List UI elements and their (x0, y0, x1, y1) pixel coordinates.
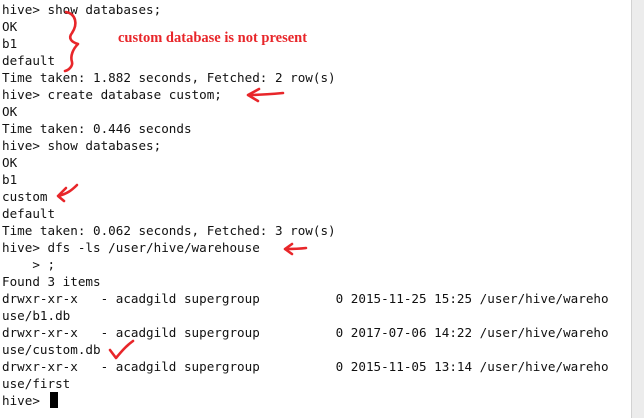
terminal-line-prompt-dfs-ls: hive> dfs -ls /user/hive/warehouse (2, 240, 260, 255)
terminal-line-db-custom: custom (2, 189, 48, 204)
terminal-window[interactable]: hive> show databases; OK b1 default Time… (0, 0, 630, 418)
terminal-line-ok: OK (2, 155, 18, 170)
terminal-line-time-taken: Time taken: 0.446 seconds (2, 121, 192, 136)
terminal-line-db-b1: b1 (2, 36, 18, 51)
terminal-line-ok: OK (2, 104, 18, 119)
terminal-line-prompt-create-database: hive> create database custom; (2, 87, 222, 102)
terminal-line-ok: OK (2, 19, 18, 34)
terminal-line-listing-custom-wrap: use/custom.db (2, 342, 101, 357)
terminal-cursor (50, 392, 58, 408)
terminal-line-listing-custom: drwxr-xr-x - acadgild supergroup 0 2017-… (2, 325, 609, 340)
terminal-line-db-default: default (2, 206, 56, 221)
terminal-line-time-taken: Time taken: 0.062 seconds, Fetched: 3 ro… (2, 223, 336, 238)
terminal-line-db-default: default (2, 53, 56, 68)
terminal-line-prompt-show-databases: hive> show databases; (2, 2, 162, 17)
annotation-note: custom database is not present (118, 30, 308, 46)
terminal-line-found-items: Found 3 items (2, 274, 101, 289)
terminal-line-current-prompt: hive> (2, 393, 48, 408)
terminal-line-time-taken: Time taken: 1.882 seconds, Fetched: 2 ro… (2, 70, 336, 85)
terminal-line-listing-first: drwxr-xr-x - acadgild supergroup 0 2015-… (2, 359, 609, 374)
terminal-line-db-b1: b1 (2, 172, 18, 187)
terminal-line-listing-first-wrap: use/first (2, 376, 71, 391)
terminal-line-continuation: > ; (2, 257, 56, 272)
terminal-line-listing-b1: drwxr-xr-x - acadgild supergroup 0 2015-… (2, 291, 609, 306)
terminal-line-listing-b1-wrap: use/b1.db (2, 308, 71, 323)
terminal-line-prompt-show-databases: hive> show databases; (2, 138, 162, 153)
terminal-scrollbar[interactable] (631, 0, 644, 418)
